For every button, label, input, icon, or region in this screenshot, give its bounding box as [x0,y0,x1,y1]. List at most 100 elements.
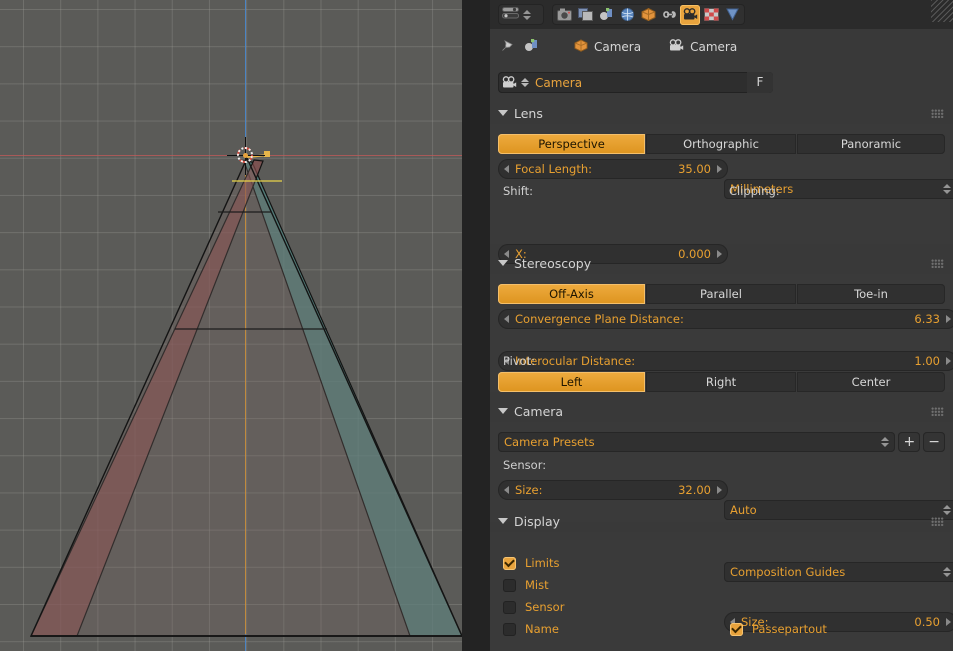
datablock-browse-chevron-icon[interactable] [520,78,529,87]
sensor-size-value[interactable]: 32.00 [678,483,717,497]
increment-arrow-icon[interactable] [946,357,951,365]
editor-divider[interactable] [462,0,490,651]
properties-tab-strip[interactable] [552,4,745,25]
panel-collapse-triangle-icon[interactable] [498,110,508,116]
tab-object[interactable] [639,5,659,25]
checkbox-icon[interactable] [503,578,516,592]
convergence-plane-distance-field[interactable]: Convergence Plane Distance: 6.33 [498,309,953,329]
panel-stereoscopy-body: Off-Axis Parallel Toe-in Convergence Pla… [490,274,953,392]
remove-preset-button[interactable]: − [923,432,945,452]
passepartout-checkbox[interactable]: Passepartout [730,622,827,636]
panel-display-header[interactable]: Display [490,510,953,532]
stereo-mode-toe-in[interactable]: Toe-in [797,284,945,304]
resize-grip-icon[interactable] [931,0,953,22]
camera-origin-handle [264,151,270,157]
panel-camera-header[interactable]: Camera [490,400,953,422]
shift-group-label: Shift: [503,184,533,198]
checkbox-icon[interactable] [503,556,516,570]
breadcrumb: Camera Camera [490,29,953,64]
interocular-value[interactable]: 1.00 [914,354,946,368]
panel-lens-body: Perspective Orthographic Panoramic Focal… [490,124,953,343]
focal-length-value[interactable]: 35.00 [678,162,717,176]
interocular-distance-field[interactable]: Interocular Distance: 1.00 [498,351,953,371]
pivot-selector[interactable]: Left Right Center [498,372,945,392]
decrement-arrow-icon[interactable] [504,486,509,494]
increment-arrow-icon[interactable] [946,315,951,323]
3d-viewport[interactable] [0,0,462,651]
panel-grip-icon[interactable] [931,517,944,526]
pivot-left[interactable]: Left [498,372,645,392]
display-size-value[interactable]: 0.50 [914,615,946,629]
camera-view-cone [29,156,462,637]
panel-collapse-triangle-icon[interactable] [498,518,508,524]
decrement-arrow-icon[interactable] [504,165,509,173]
properties-header [490,0,953,29]
decrement-arrow-icon[interactable] [504,315,509,323]
display-checkbox-limits[interactable]: Limits [503,556,560,570]
editor-type-selector[interactable] [498,4,544,25]
display-checkbox-name[interactable]: Name [503,622,559,636]
properties-editor: Camera Camera Camera F Lens Perspective … [490,0,953,651]
panel-stereoscopy-title: Stereoscopy [514,255,592,271]
camera-presets-row[interactable]: Camera Presets + − [498,432,945,452]
tab-world[interactable] [618,5,638,25]
pin-icon[interactable] [500,38,524,56]
stereo-mode-selector[interactable]: Off-Axis Parallel Toe-in [498,284,945,304]
display-limits-label: Limits [525,556,560,570]
pivot-right[interactable]: Right [646,372,796,392]
panel-lens-header[interactable]: Lens [490,102,953,124]
focal-length-label: Focal Length: [515,162,593,176]
camera-data-icon-small [498,76,520,89]
shift-label: Shift: [503,184,534,198]
passepartout-label: Passepartout [752,622,827,636]
tab-render-layers[interactable] [576,5,596,25]
add-preset-button[interactable]: + [898,432,921,452]
panel-grip-icon[interactable] [931,109,944,118]
panel-lens-title: Lens [514,105,543,121]
lens-type-perspective[interactable]: Perspective [498,134,645,154]
increment-arrow-icon[interactable] [717,165,722,173]
lens-type-selector[interactable]: Perspective Orthographic Panoramic [498,134,945,154]
tab-physics[interactable] [722,5,742,25]
checkbox-icon[interactable] [503,600,516,614]
display-checkbox-sensor[interactable]: Sensor [503,600,564,614]
breadcrumb-object-label: Camera [594,39,642,54]
display-name-label: Name [525,622,559,636]
tab-scene[interactable] [597,5,617,25]
sensor-size-field[interactable]: Size: 32.00 [498,480,728,500]
camera-name-input[interactable]: Camera [529,76,747,90]
checkbox-icon[interactable] [730,622,743,636]
breadcrumb-data[interactable]: Camera [669,38,737,55]
scene-icon[interactable] [524,38,554,55]
focal-length-field[interactable]: Focal Length: 35.00 [498,159,728,179]
panel-display: Display Limits Mist Sensor Name Composit… [490,510,953,651]
convergence-value[interactable]: 6.33 [914,312,946,326]
increment-arrow-icon[interactable] [946,618,951,626]
tab-constraints[interactable] [659,5,679,25]
lens-type-orthographic[interactable]: Orthographic [646,134,796,154]
panel-collapse-triangle-icon[interactable] [498,260,508,266]
stereo-mode-parallel[interactable]: Parallel [646,284,796,304]
fake-user-button[interactable]: F [747,72,773,93]
tab-object-data-camera[interactable] [680,4,701,25]
lens-type-panoramic[interactable]: Panoramic [797,134,945,154]
panel-display-body: Limits Mist Sensor Name Composition Guid… [490,532,953,651]
panel-stereoscopy-header[interactable]: Stereoscopy [490,252,953,274]
panel-grip-icon[interactable] [931,259,944,268]
panel-collapse-triangle-icon[interactable] [498,408,508,414]
camera-presets-dropdown[interactable]: Camera Presets [498,432,896,452]
display-checkbox-mist[interactable]: Mist [503,578,549,592]
increment-arrow-icon[interactable] [717,486,722,494]
properties-editor-icon [502,7,519,22]
breadcrumb-object[interactable]: Camera [574,38,642,55]
composition-guides-dropdown[interactable]: Composition Guides [724,562,953,582]
sensor-group-label: Sensor: [503,458,546,472]
pivot-center[interactable]: Center [797,372,945,392]
tab-texture[interactable] [701,5,721,25]
tab-render[interactable] [555,5,575,25]
panel-grip-icon[interactable] [931,407,944,416]
stereo-mode-off-axis[interactable]: Off-Axis [498,284,645,304]
camera-datablock-field[interactable]: Camera F [498,72,773,93]
checkbox-icon[interactable] [503,622,516,636]
pivot-label: Pivot: [503,354,536,368]
